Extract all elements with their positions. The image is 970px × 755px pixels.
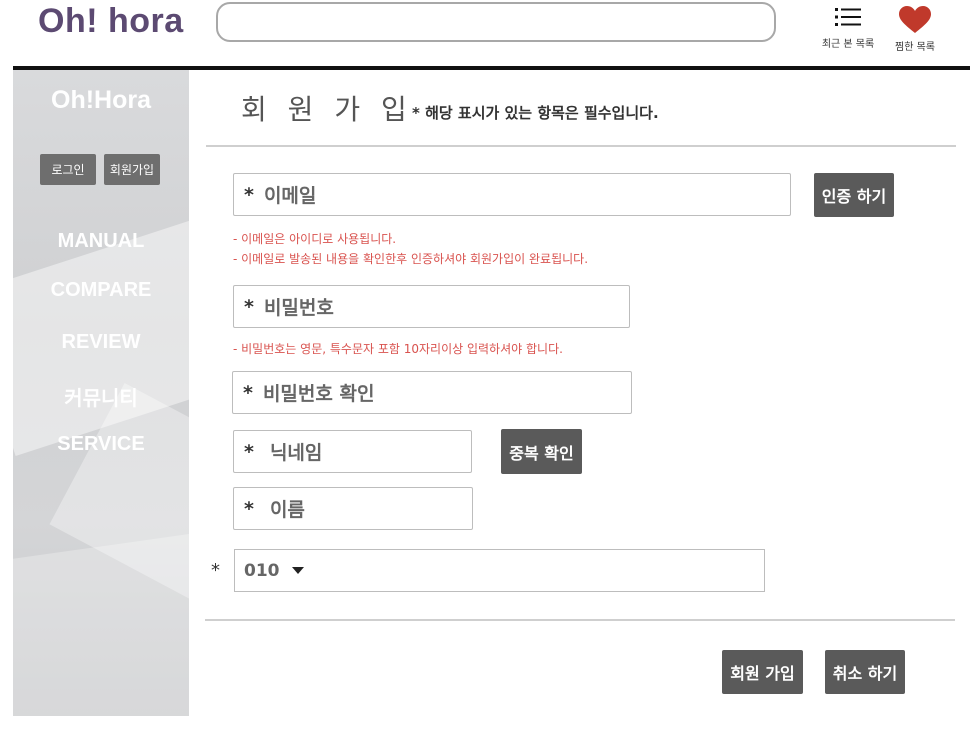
password-confirm-placeholder: 비밀번호 확인 xyxy=(262,383,375,405)
email-field[interactable]: * 이메일 xyxy=(233,173,791,216)
required-mark: * xyxy=(244,183,254,206)
sidebar-item-review[interactable]: REVIEW xyxy=(13,331,189,354)
phone-required-mark: * xyxy=(211,560,220,581)
page-title: 회 원 가 입 xyxy=(241,93,413,126)
favorites-label: 찜한 목록 xyxy=(895,42,935,53)
password-hint: - 비밀번호는 영문, 특수문자 포함 10자리이상 입력하셔야 합니다. xyxy=(233,342,563,356)
phone-prefix-select[interactable]: 010 xyxy=(234,549,312,592)
list-icon xyxy=(835,8,861,26)
cancel-button[interactable]: 취소 하기 xyxy=(825,650,905,694)
required-mark: * xyxy=(244,497,254,520)
site-logo[interactable]: Oh! hora xyxy=(38,0,184,42)
sidebar-item-service[interactable]: SERVICE xyxy=(13,433,189,456)
password-placeholder: 비밀번호 xyxy=(263,297,334,319)
login-button[interactable]: 로그인 xyxy=(40,154,96,185)
required-mark: * xyxy=(243,381,253,404)
sidebar: Oh!Hora 로그인 회원가입 MANUAL COMPARE REVIEW 커… xyxy=(13,70,189,716)
verify-button[interactable]: 인증 하기 xyxy=(814,173,894,217)
name-field[interactable]: * 이름 xyxy=(233,487,473,530)
recent-items-button[interactable]: 최근 본 목록 xyxy=(817,6,879,50)
heart-icon xyxy=(899,6,931,33)
form-divider-top xyxy=(206,145,956,147)
recent-items-label: 최근 본 목록 xyxy=(821,39,875,50)
favorites-button[interactable]: 찜한 목록 xyxy=(884,6,946,53)
sidebar-item-compare[interactable]: COMPARE xyxy=(13,279,189,302)
email-hint-1: - 이메일은 아이디로 사용됩니다. xyxy=(233,232,397,246)
duplicate-check-button[interactable]: 중복 확인 xyxy=(501,429,582,474)
email-hint-2: - 이메일로 발송된 내용을 확인한후 인증하셔야 회원가입이 완료됩니다. xyxy=(233,252,589,266)
sidebar-item-manual[interactable]: MANUAL xyxy=(13,230,189,253)
required-mark: * xyxy=(244,440,254,463)
signup-button[interactable]: 회원가입 xyxy=(104,154,160,185)
email-placeholder: 이메일 xyxy=(263,185,317,207)
password-field[interactable]: * 비밀번호 xyxy=(233,285,630,328)
password-confirm-field[interactable]: * 비밀번호 확인 xyxy=(232,371,632,414)
sidebar-logo[interactable]: Oh!Hora xyxy=(13,86,189,115)
name-placeholder: 이름 xyxy=(269,499,305,521)
phone-number-input[interactable] xyxy=(311,549,765,592)
required-mark: * xyxy=(244,295,254,318)
nickname-field[interactable]: * 닉네임 xyxy=(233,430,472,473)
nickname-placeholder: 닉네임 xyxy=(269,442,323,464)
search-input[interactable] xyxy=(216,2,776,42)
sidebar-item-community[interactable]: 커뮤니티 xyxy=(13,382,189,411)
form-divider-bottom xyxy=(205,619,955,621)
caret-down-icon xyxy=(291,567,304,574)
submit-button[interactable]: 회원 가입 xyxy=(722,650,803,694)
required-note: * 해당 표시가 있는 항목은 필수입니다. xyxy=(412,104,659,122)
phone-prefix-value: 010 xyxy=(244,560,280,581)
